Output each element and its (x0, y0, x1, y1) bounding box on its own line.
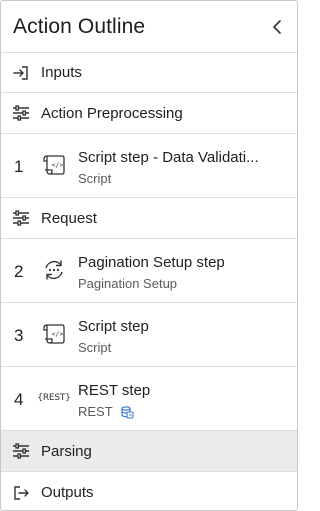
chevron-left-icon (273, 19, 281, 34)
datasource-icon (121, 405, 134, 418)
collapse-button[interactable] (266, 16, 288, 38)
step-subtitle: Script (78, 171, 112, 186)
outline-item-action-preprocessing[interactable]: Action Preprocessing (1, 93, 297, 134)
step-number: 1 (14, 157, 24, 176)
step-item-3[interactable]: 3 </> Script step Script (1, 303, 297, 367)
sliders-icon (12, 104, 30, 122)
svg-text:</>: </> (52, 161, 64, 169)
step-item-4[interactable]: 4 {REST} REST step REST (1, 367, 297, 431)
outline-item-inputs[interactable]: Inputs (1, 52, 297, 93)
script-icon: </> (40, 320, 68, 348)
step-item-1[interactable]: 1 </> Script step - Data Validati... Scr… (1, 134, 297, 198)
outline-item-request[interactable]: Request (1, 198, 297, 239)
step-title: REST step (78, 382, 151, 399)
outline-item-label: Outputs (41, 484, 94, 501)
svg-text:</>: </> (52, 330, 64, 338)
step-subtitle: REST (78, 404, 113, 419)
step-subtitle: Pagination Setup (78, 276, 178, 291)
step-title: Script step (78, 318, 149, 335)
outline-item-label: Parsing (41, 442, 92, 460)
step-item-2[interactable]: 2 Pagination Setup step Pagination Setup (1, 239, 297, 303)
sliders-icon (12, 209, 30, 227)
step-title: Script step - Data Validati... (78, 149, 259, 166)
step-number: 4 (14, 390, 24, 409)
step-subtitle: Script (78, 340, 112, 355)
outline-item-outputs[interactable]: Outputs (1, 472, 297, 510)
step-number: 3 (14, 326, 24, 345)
step-number: 2 (14, 262, 24, 281)
rest-icon: {REST} (37, 384, 71, 412)
panel-title: Action Outline (13, 14, 146, 38)
outline-item-label: Request (41, 209, 97, 227)
action-outline-panel: Action Outline Inputs Action Preprocessi… (0, 0, 298, 511)
pagination-icon (40, 256, 68, 284)
input-arrow-icon (12, 64, 30, 82)
outline-item-parsing[interactable]: Parsing (1, 431, 297, 472)
rest-icon-text: {REST} (37, 393, 71, 403)
panel-header: Action Outline (1, 1, 297, 52)
outline-item-label: Action Preprocessing (41, 104, 183, 122)
output-arrow-icon (12, 484, 30, 502)
outline-item-label: Inputs (41, 64, 82, 81)
step-title: Pagination Setup step (78, 254, 225, 271)
sliders-icon (12, 442, 30, 460)
script-icon: </> (40, 151, 68, 179)
